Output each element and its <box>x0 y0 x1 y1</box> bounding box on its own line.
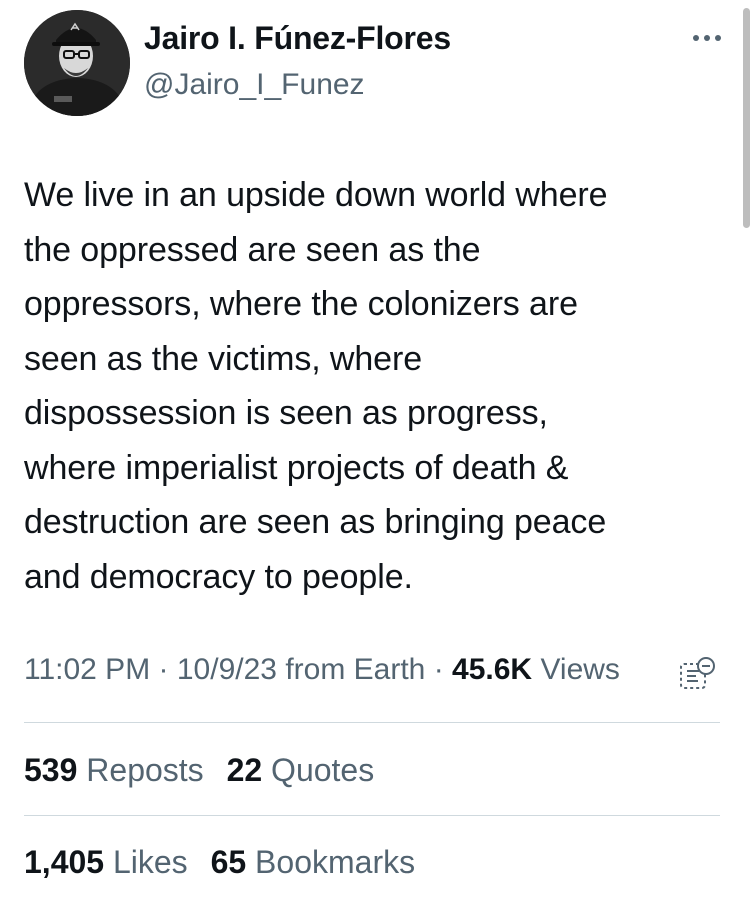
tweet-source: from Earth <box>285 653 426 686</box>
bookmarks-count: 65 <box>210 844 247 880</box>
tweet-date[interactable]: 10/9/23 <box>177 653 277 686</box>
meta-separator: · <box>158 653 169 686</box>
views-label: Views <box>540 653 620 686</box>
reposts-count: 539 <box>24 752 78 788</box>
views-count: 45.6K <box>452 653 533 686</box>
quotes-stat[interactable]: 22 Quotes <box>227 748 375 792</box>
bookmarks-label: Bookmarks <box>255 844 416 880</box>
quotes-count: 22 <box>226 752 263 788</box>
likes-count: 1,405 <box>24 844 105 880</box>
more-options-icon[interactable] <box>690 28 724 48</box>
reposts-stat[interactable]: 539 Reposts <box>24 748 204 792</box>
bookmarks-stat[interactable]: 65 Bookmarks <box>211 840 416 884</box>
scrollbar[interactable] <box>743 8 750 228</box>
likes-label: Likes <box>112 844 188 880</box>
quotes-label: Quotes <box>271 752 375 788</box>
avatar[interactable] <box>24 10 130 116</box>
reposts-label: Reposts <box>86 752 204 788</box>
divider <box>24 722 720 723</box>
post-analytics-icon[interactable] <box>678 656 718 692</box>
author-handle[interactable]: @Jairo_I_Funez <box>144 68 365 102</box>
likes-stat[interactable]: 1,405 Likes <box>24 840 188 884</box>
tweet-text: We live in an upside down world where th… <box>24 176 608 596</box>
stats-row-reposts: 539 Reposts 22 Quotes <box>24 748 388 792</box>
stats-row-likes: 1,405 Likes 65 Bookmarks <box>24 840 429 884</box>
tweet-time[interactable]: 11:02 PM <box>24 653 150 686</box>
tweet-header: Jairo I. Fúnez-Flores @Jairo_I_Funez <box>24 10 724 120</box>
meta-separator-2: · <box>433 653 444 686</box>
author-name[interactable]: Jairo I. Fúnez-Flores <box>144 20 451 57</box>
tweet-meta: 11:02 PM · 10/9/23 from Earth · 45.6K Vi… <box>24 648 664 692</box>
divider <box>24 815 720 816</box>
